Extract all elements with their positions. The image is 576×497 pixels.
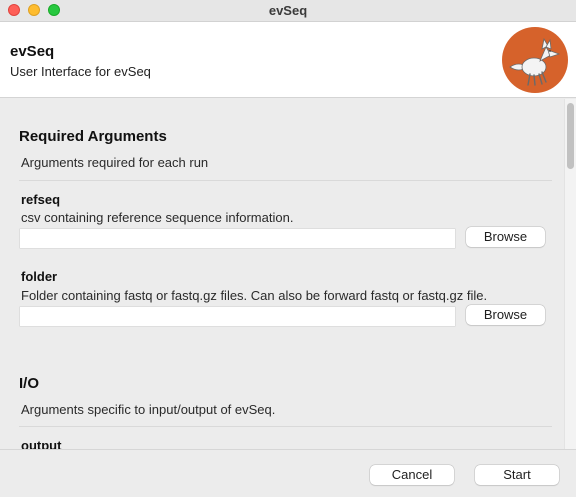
footer-bar: Cancel Start <box>0 449 576 497</box>
start-button[interactable]: Start <box>475 465 559 485</box>
arg-name-folder: folder <box>21 269 58 284</box>
fox-logo-icon <box>502 27 568 93</box>
arg-help-folder: Folder containing fastq or fastq.gz file… <box>21 288 488 303</box>
folder-browse-button[interactable]: Browse <box>466 305 545 325</box>
title-bar[interactable]: evSeq <box>0 0 576 22</box>
window-title: evSeq <box>268 3 308 18</box>
section-title-io: I/O <box>19 375 40 392</box>
section-title-required: Required Arguments <box>19 128 167 145</box>
fox-illustration <box>509 37 561 86</box>
section-divider <box>19 426 552 427</box>
app-title: evSeq <box>10 43 55 60</box>
app-subtitle: User Interface for evSeq <box>10 64 151 79</box>
arg-name-refseq: refseq <box>21 192 61 207</box>
app-window: evSeq evSeq User Interface for evSeq Req… <box>0 0 576 497</box>
arg-name-output: output <box>21 438 62 449</box>
arguments-scroll-area[interactable]: Required Arguments Arguments required fo… <box>0 99 576 449</box>
cancel-button[interactable]: Cancel <box>370 465 454 485</box>
refseq-input[interactable] <box>20 229 455 248</box>
section-description-io: Arguments specific to input/output of ev… <box>21 402 276 417</box>
app-header: evSeq User Interface for evSeq <box>0 22 576 98</box>
section-divider <box>19 180 552 181</box>
refseq-browse-button[interactable]: Browse <box>466 227 545 247</box>
section-description-required: Arguments required for each run <box>21 155 209 170</box>
scrollbar-thumb[interactable] <box>567 103 574 169</box>
folder-input[interactable] <box>20 307 455 326</box>
arg-help-refseq: csv containing reference sequence inform… <box>21 210 294 225</box>
